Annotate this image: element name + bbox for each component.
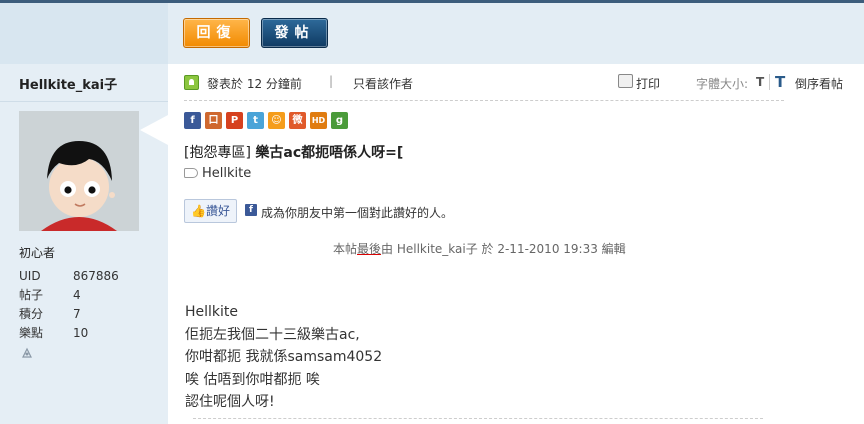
reverse-order-icon[interactable]: T [775,73,785,91]
stat-value[interactable]: 7 [73,305,81,324]
stat-value[interactable]: 867886 [73,267,119,286]
stat-label: UID [19,269,41,283]
edit-note-emph: 最後 [357,242,382,256]
stat-label: 樂點 [19,326,44,340]
send-message-icon[interactable] [21,347,33,362]
edit-note: 本帖最後由 Hellkite_kai子 於 2-11-2010 19:33 編輯 [333,240,626,257]
post-body-line: 認住呢個人呀! [185,394,275,410]
plurk-p-share-icon[interactable]: P [226,112,243,129]
msn-share-icon[interactable]: ☺ [268,112,285,129]
share-bar: f 口 P t ☺ 微 HD g [184,112,348,130]
stat-label: 積分 [19,307,44,321]
meta-dotted-divider [184,100,784,101]
tag-icon [184,168,198,178]
new-post-button[interactable]: 發帖 [261,18,328,48]
plurk-share-icon[interactable]: 口 [205,112,222,129]
reverse-order-link[interactable]: 倒序看帖 [795,75,843,92]
stat-row-points: 積分 7 [19,305,159,324]
post-title-text: 樂古ac都扼唔係人呀=[ [255,145,404,161]
print-link[interactable]: 打印 [636,75,660,92]
hd-share-icon[interactable]: HD [310,112,327,129]
post-bubble-notch [140,115,168,145]
post-category[interactable]: [抱怨專區] [184,145,251,161]
posted-time: 發表於 12 分鐘前 [207,77,302,91]
stat-label: 帖子 [19,288,44,302]
stat-value[interactable]: 4 [73,286,81,305]
avatar-cartoon-image [19,111,139,231]
twitter-share-icon[interactable]: t [247,112,264,129]
online-status-icon [184,75,199,90]
facebook-like-button[interactable]: 👍讚好 [184,199,237,223]
top-toolbar: 回復 發帖 [0,0,864,64]
meta-divider [769,74,770,90]
facebook-small-icon: f [245,204,257,216]
post-title: [抱怨專區] 樂古ac都扼唔係人呀=[ [184,142,403,162]
print-icon[interactable] [618,74,633,88]
font-size-label: 字體大小: [696,77,749,91]
post-tag-row: Hellkite [184,166,251,181]
google-share-icon[interactable]: g [331,112,348,129]
author-rank: 初心者 [19,246,56,260]
like-label: 讚好 [205,204,230,218]
facebook-like-text: 成為你朋友中第一個對此讚好的人。 [261,206,454,220]
toolbar-left-shade [0,3,168,64]
edit-note-pre: 本帖 [333,242,358,256]
font-size-toggle[interactable]: T [756,75,764,89]
thumbs-up-icon: 👍 [191,204,206,218]
post-body-line: 佢扼左我個二十三級樂古ac, [185,326,360,343]
author-username[interactable]: Hellkite_kai子 [19,74,117,93]
stat-row-uid: UID 867886 [19,267,159,286]
weibo-share-icon[interactable]: 微 [289,112,306,129]
facebook-share-icon[interactable]: f [184,112,201,129]
post-body: Hellkite 佢扼左我個二十三級樂古ac, 你咁都扼 我就係samsam40… [185,301,382,414]
edit-note-post: 由 Hellkite_kai子 於 2-11-2010 19:33 編輯 [381,242,626,256]
author-stats: UID 867886 帖子 4 積分 7 樂點 10 [19,267,159,343]
post-meta-bar: 發表於 12 分鐘前 | 只看該作者 打印 字體大小: T T 倒序看帖 跳 [184,72,864,92]
post-main: 發表於 12 分鐘前 | 只看該作者 打印 字體大小: T T 倒序看帖 跳 f… [168,64,864,424]
reply-button[interactable]: 回復 [183,18,250,48]
avatar[interactable] [19,111,139,231]
meta-separator: | [329,74,334,88]
post-body-line: Hellkite [185,304,239,320]
post-body-line: 你咁都扼 我就係samsam4052 [185,349,383,365]
stat-value[interactable]: 10 [73,324,88,343]
post-tag[interactable]: Hellkite [202,166,251,181]
sidebar-divider [0,101,168,102]
post-bottom-divider [193,418,763,419]
post-body-line: 唉 估唔到你咁都扼 唉 [185,371,320,388]
stat-row-posts: 帖子 4 [19,286,159,305]
stat-row-coins: 樂點 10 [19,324,159,343]
only-author-link[interactable]: 只看該作者 [353,75,413,92]
